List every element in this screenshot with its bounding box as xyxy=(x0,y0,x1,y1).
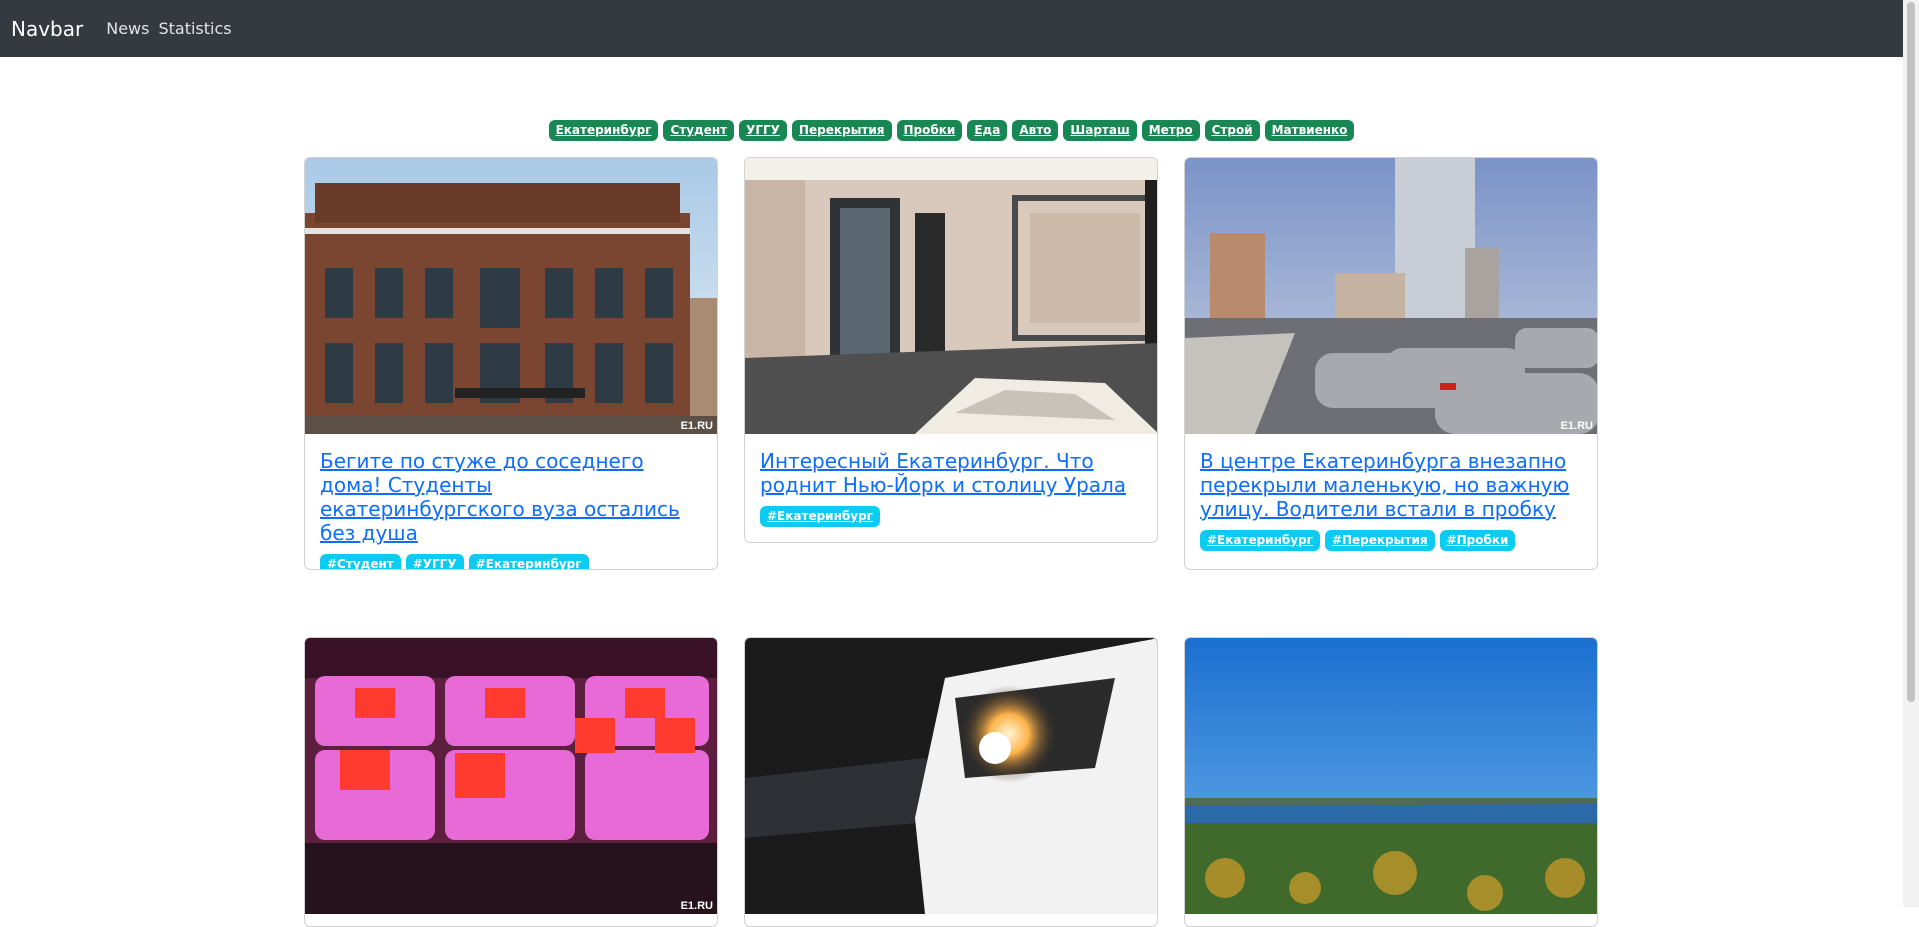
e1-watermark: E1.RU xyxy=(1560,420,1593,432)
filter-tag-shartash[interactable]: Шарташ xyxy=(1063,120,1137,141)
card-tag[interactable]: #Перекрытия xyxy=(1324,530,1435,551)
navbar-brand[interactable]: Navbar xyxy=(11,17,83,41)
card-tag[interactable]: #Екатеринбург xyxy=(760,506,880,527)
building-photo[interactable]: E1.RU xyxy=(305,158,717,434)
card-tag[interactable]: #Пробки xyxy=(1439,530,1516,551)
nav-link-statistics[interactable]: Statistics xyxy=(158,19,231,38)
card-tag[interactable]: #Студент xyxy=(320,554,401,569)
filter-tags: Екатеринбург Студент УГГУ Перекрытия Про… xyxy=(0,120,1903,141)
filter-tag-avto[interactable]: Авто xyxy=(1012,120,1059,141)
nav-link-news[interactable]: News xyxy=(106,19,149,38)
food-counter-photo[interactable]: E1.RU xyxy=(305,638,717,914)
news-card: E1.RU xyxy=(304,637,718,927)
filter-tag-uggu[interactable]: УГГУ xyxy=(739,120,787,141)
card-body: Интересный Екатеринбург. Что роднит Нью-… xyxy=(745,434,1157,541)
filter-tag-stroy[interactable]: Строй xyxy=(1204,120,1260,141)
news-card: E1.RU В центре Екатеринбурга внезапно пе… xyxy=(1184,157,1598,570)
e1-watermark: E1.RU xyxy=(680,900,713,912)
scrollbar-thumb[interactable] xyxy=(1907,2,1915,702)
card-title-link[interactable]: В центре Екатеринбурга внезапно перекрыл… xyxy=(1200,449,1582,521)
news-card: E1.RU Бегите по стуже до соседнего дома!… xyxy=(304,157,718,570)
card-title-link[interactable]: Бегите по стуже до соседнего дома! Студе… xyxy=(320,449,702,545)
lobby-photo[interactable] xyxy=(745,158,1157,434)
filter-tag-student[interactable]: Студент xyxy=(663,120,735,141)
filter-tag-ekaterinburg[interactable]: Екатеринбург xyxy=(548,120,659,141)
filter-tag-metro[interactable]: Метро xyxy=(1141,120,1200,141)
card-title-link[interactable]: Интересный Екатеринбург. Что роднит Нью-… xyxy=(760,449,1142,497)
top-navbar: Navbar News Statistics xyxy=(0,0,1903,57)
news-card xyxy=(744,637,1158,927)
card-tag[interactable]: #Екатеринбург xyxy=(468,554,589,569)
card-tags: #Екатеринбург #Перекрытия #Пробки xyxy=(1200,530,1582,551)
car-headlight-photo[interactable] xyxy=(745,638,1157,914)
filter-tag-eda[interactable]: Еда xyxy=(967,120,1008,141)
card-tag[interactable]: #УГГУ xyxy=(405,554,464,569)
news-card xyxy=(1184,637,1598,927)
e1-watermark: E1.RU xyxy=(680,420,713,432)
traffic-photo[interactable]: E1.RU xyxy=(1185,158,1597,434)
card-body: Бегите по стуже до соседнего дома! Студе… xyxy=(305,434,717,569)
news-card: Интересный Екатеринбург. Что роднит Нью-… xyxy=(744,157,1158,543)
card-tags: #Екатеринбург xyxy=(760,506,1142,527)
card-tag[interactable]: #Екатеринбург xyxy=(1200,530,1320,551)
card-tags: #Студент #УГГУ #Екатеринбург xyxy=(320,554,702,569)
lake-forest-photo[interactable] xyxy=(1185,638,1597,914)
filter-tag-perekrytiya[interactable]: Перекрытия xyxy=(791,120,892,141)
filter-tag-probki[interactable]: Пробки xyxy=(896,120,963,141)
page-scrollbar[interactable] xyxy=(1903,0,1919,907)
filter-tag-matvienko[interactable]: Матвиенко xyxy=(1264,120,1355,141)
card-body: В центре Екатеринбурга внезапно перекрыл… xyxy=(1185,434,1597,565)
